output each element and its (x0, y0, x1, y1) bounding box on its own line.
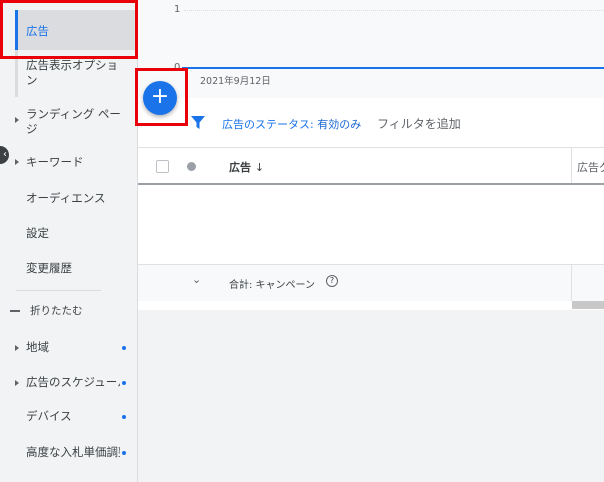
expand-triangle-icon (15, 159, 19, 165)
status-dot (122, 381, 126, 385)
select-all-checkbox[interactable] (156, 160, 169, 173)
sort-arrow-icon: ↓ (254, 161, 265, 174)
divider (16, 290, 101, 291)
x-tick-date: 2021年9月12日 (200, 76, 271, 87)
column-label: 広告 (229, 161, 251, 174)
sidebar-item-keywords[interactable]: キーワード (26, 155, 132, 170)
table-header: 広告 ↓ 広告グ (138, 148, 604, 185)
sidebar-item-devices[interactable]: デバイス (26, 409, 132, 424)
status-dot (122, 415, 126, 419)
total-row: ⌄ 合計: キャンペーン ? (138, 265, 604, 301)
filter-value: 有効のみ (317, 118, 362, 131)
status-filter-chip[interactable]: 広告のステータス: 有効のみ (222, 116, 361, 132)
highlight-box (135, 68, 188, 126)
sidebar-item-extensions[interactable]: 広告表示オプション (26, 58, 126, 88)
chart-area: 1 0 2021年9月12日 (138, 0, 604, 98)
status-dot (122, 346, 126, 350)
expand-triangle-icon (15, 117, 19, 123)
sidebar-item-ad-schedule[interactable]: 広告のスケジュール (26, 375, 120, 390)
sidebar-item-settings[interactable]: 設定 (26, 226, 132, 241)
expand-triangle-icon (15, 380, 19, 386)
horizontal-scrollbar[interactable] (572, 301, 604, 309)
expand-chevron-icon[interactable]: ⌄ (192, 273, 201, 286)
filter-icon[interactable] (191, 116, 205, 130)
total-label: 合計: キャンペーン (229, 280, 316, 291)
sidebar-item-bid-adjustments[interactable]: 高度な入札単価調整 (26, 445, 120, 460)
gridline (184, 10, 604, 11)
main-content: 1 0 2021年9月12日 広告のステータス: 有効のみ フィルタを追加 広告… (138, 0, 604, 310)
column-divider (571, 148, 572, 183)
filter-bar: 広告のステータス: 有効のみ フィルタを追加 (138, 98, 604, 148)
column-header-ad[interactable]: 広告 ↓ (229, 159, 264, 175)
sidebar-nav: 広告 広告表示オプション ランディング ページ キーワード オーディエンス 設定… (0, 0, 138, 482)
status-column-icon (187, 162, 196, 171)
minus-icon (10, 310, 20, 312)
sidebar-item-change-history[interactable]: 変更履歴 (26, 261, 132, 276)
sidebar-item-landing-pages[interactable]: ランディング ページ (26, 107, 126, 137)
filter-label: 広告のステータス: (222, 118, 314, 131)
sidebar-item-locations[interactable]: 地域 (26, 340, 132, 355)
sidebar-item-audiences[interactable]: オーディエンス (26, 191, 132, 206)
column-header-ad-group[interactable]: 広告グ (577, 159, 604, 175)
status-dot (122, 451, 126, 455)
expand-triangle-icon (15, 345, 19, 351)
table-body (138, 185, 604, 265)
scroll-area (138, 301, 604, 310)
collapse-button[interactable]: 折りたたむ (30, 304, 136, 319)
chart-series-line (182, 67, 604, 69)
highlight-box (0, 0, 138, 59)
y-tick: 1 (174, 4, 181, 15)
column-divider (571, 265, 572, 301)
add-filter-button[interactable]: フィルタを追加 (377, 115, 461, 132)
help-icon[interactable]: ? (326, 275, 338, 287)
